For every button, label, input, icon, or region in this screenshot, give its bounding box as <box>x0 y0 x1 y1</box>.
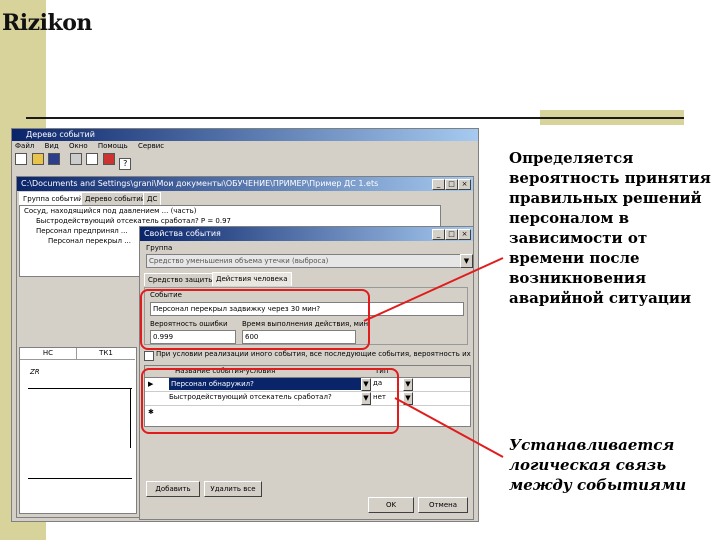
annotation-logic-link: Устанавливается логическая связь между с… <box>509 436 687 494</box>
annotation-probability: Определяется вероятность принятия правил… <box>509 149 711 307</box>
pointer-line-2 <box>394 397 504 458</box>
pointer-line-1 <box>363 257 504 322</box>
